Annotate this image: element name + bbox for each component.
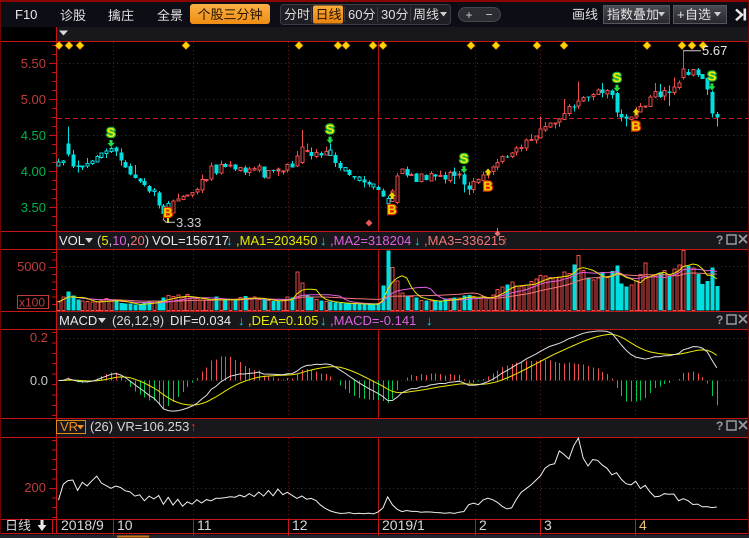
svg-text:VOL=156717: VOL=156717 bbox=[152, 233, 229, 248]
svg-text:3.33: 3.33 bbox=[176, 215, 201, 230]
svg-text:x100: x100 bbox=[19, 296, 45, 310]
svg-text:,MA2=318204: ,MA2=318204 bbox=[330, 233, 411, 248]
svg-text:5000: 5000 bbox=[17, 259, 46, 274]
svg-text:11: 11 bbox=[197, 517, 212, 533]
svg-text:S: S bbox=[107, 125, 116, 140]
svg-text:↓: ↓ bbox=[320, 313, 327, 328]
svg-text:VOL: VOL bbox=[59, 233, 85, 248]
svg-text:B: B bbox=[387, 202, 396, 217]
svg-text:5.67: 5.67 bbox=[702, 43, 727, 58]
svg-text:+: + bbox=[677, 7, 685, 22]
svg-text:B: B bbox=[483, 178, 492, 193]
svg-text:↓: ↓ bbox=[426, 313, 433, 328]
svg-text:?: ? bbox=[716, 419, 723, 433]
svg-text:S: S bbox=[326, 122, 335, 137]
svg-text:+: + bbox=[465, 8, 472, 22]
svg-text:S: S bbox=[708, 68, 717, 83]
svg-text:(5,10,20): (5,10,20) bbox=[97, 233, 149, 248]
svg-text:↓: ↓ bbox=[226, 233, 233, 248]
svg-text:4.50: 4.50 bbox=[21, 128, 46, 143]
svg-text:,DEA=0.105: ,DEA=0.105 bbox=[248, 313, 318, 328]
svg-text:↓: ↓ bbox=[414, 233, 421, 248]
svg-text:2019/1: 2019/1 bbox=[382, 517, 425, 533]
svg-text:F10: F10 bbox=[15, 7, 37, 22]
svg-text:60: 60 bbox=[348, 7, 362, 22]
svg-text:↑: ↑ bbox=[190, 419, 197, 434]
svg-text:30: 30 bbox=[381, 7, 395, 22]
svg-text:2: 2 bbox=[479, 517, 487, 533]
svg-text:,MACD=-0.141: ,MACD=-0.141 bbox=[330, 313, 416, 328]
svg-text:0.0: 0.0 bbox=[30, 373, 48, 388]
svg-text:?: ? bbox=[716, 313, 723, 327]
svg-text:,MA1=203450: ,MA1=203450 bbox=[236, 233, 317, 248]
svg-text:S: S bbox=[613, 70, 622, 85]
svg-text:−: − bbox=[485, 8, 492, 22]
svg-text:5.00: 5.00 bbox=[21, 92, 46, 107]
svg-text:5.50: 5.50 bbox=[21, 56, 46, 71]
svg-text:12: 12 bbox=[292, 517, 308, 533]
svg-text:2018/9: 2018/9 bbox=[61, 517, 104, 533]
svg-text:3: 3 bbox=[544, 517, 552, 533]
svg-text:B: B bbox=[631, 118, 640, 133]
svg-text:4.00: 4.00 bbox=[21, 164, 46, 179]
svg-text:200: 200 bbox=[24, 480, 46, 495]
svg-text:↑: ↑ bbox=[502, 233, 509, 248]
svg-text:MACD: MACD bbox=[59, 313, 97, 328]
svg-text:0.2: 0.2 bbox=[30, 330, 48, 345]
svg-text:(26) VR=106.253: (26) VR=106.253 bbox=[90, 419, 189, 434]
svg-text:↓: ↓ bbox=[238, 313, 245, 328]
svg-text:(26,12,9): (26,12,9) bbox=[112, 313, 164, 328]
svg-text:B: B bbox=[163, 205, 172, 220]
svg-text:?: ? bbox=[716, 233, 723, 247]
svg-text:3.50: 3.50 bbox=[21, 200, 46, 215]
svg-text:VR: VR bbox=[60, 419, 78, 434]
svg-text:S: S bbox=[460, 151, 469, 166]
svg-text:4: 4 bbox=[639, 517, 647, 533]
svg-text:↓: ↓ bbox=[320, 233, 327, 248]
svg-text:10: 10 bbox=[117, 517, 133, 533]
svg-text:DIF=0.034: DIF=0.034 bbox=[170, 313, 231, 328]
svg-text:,MA3=336215: ,MA3=336215 bbox=[424, 233, 505, 248]
